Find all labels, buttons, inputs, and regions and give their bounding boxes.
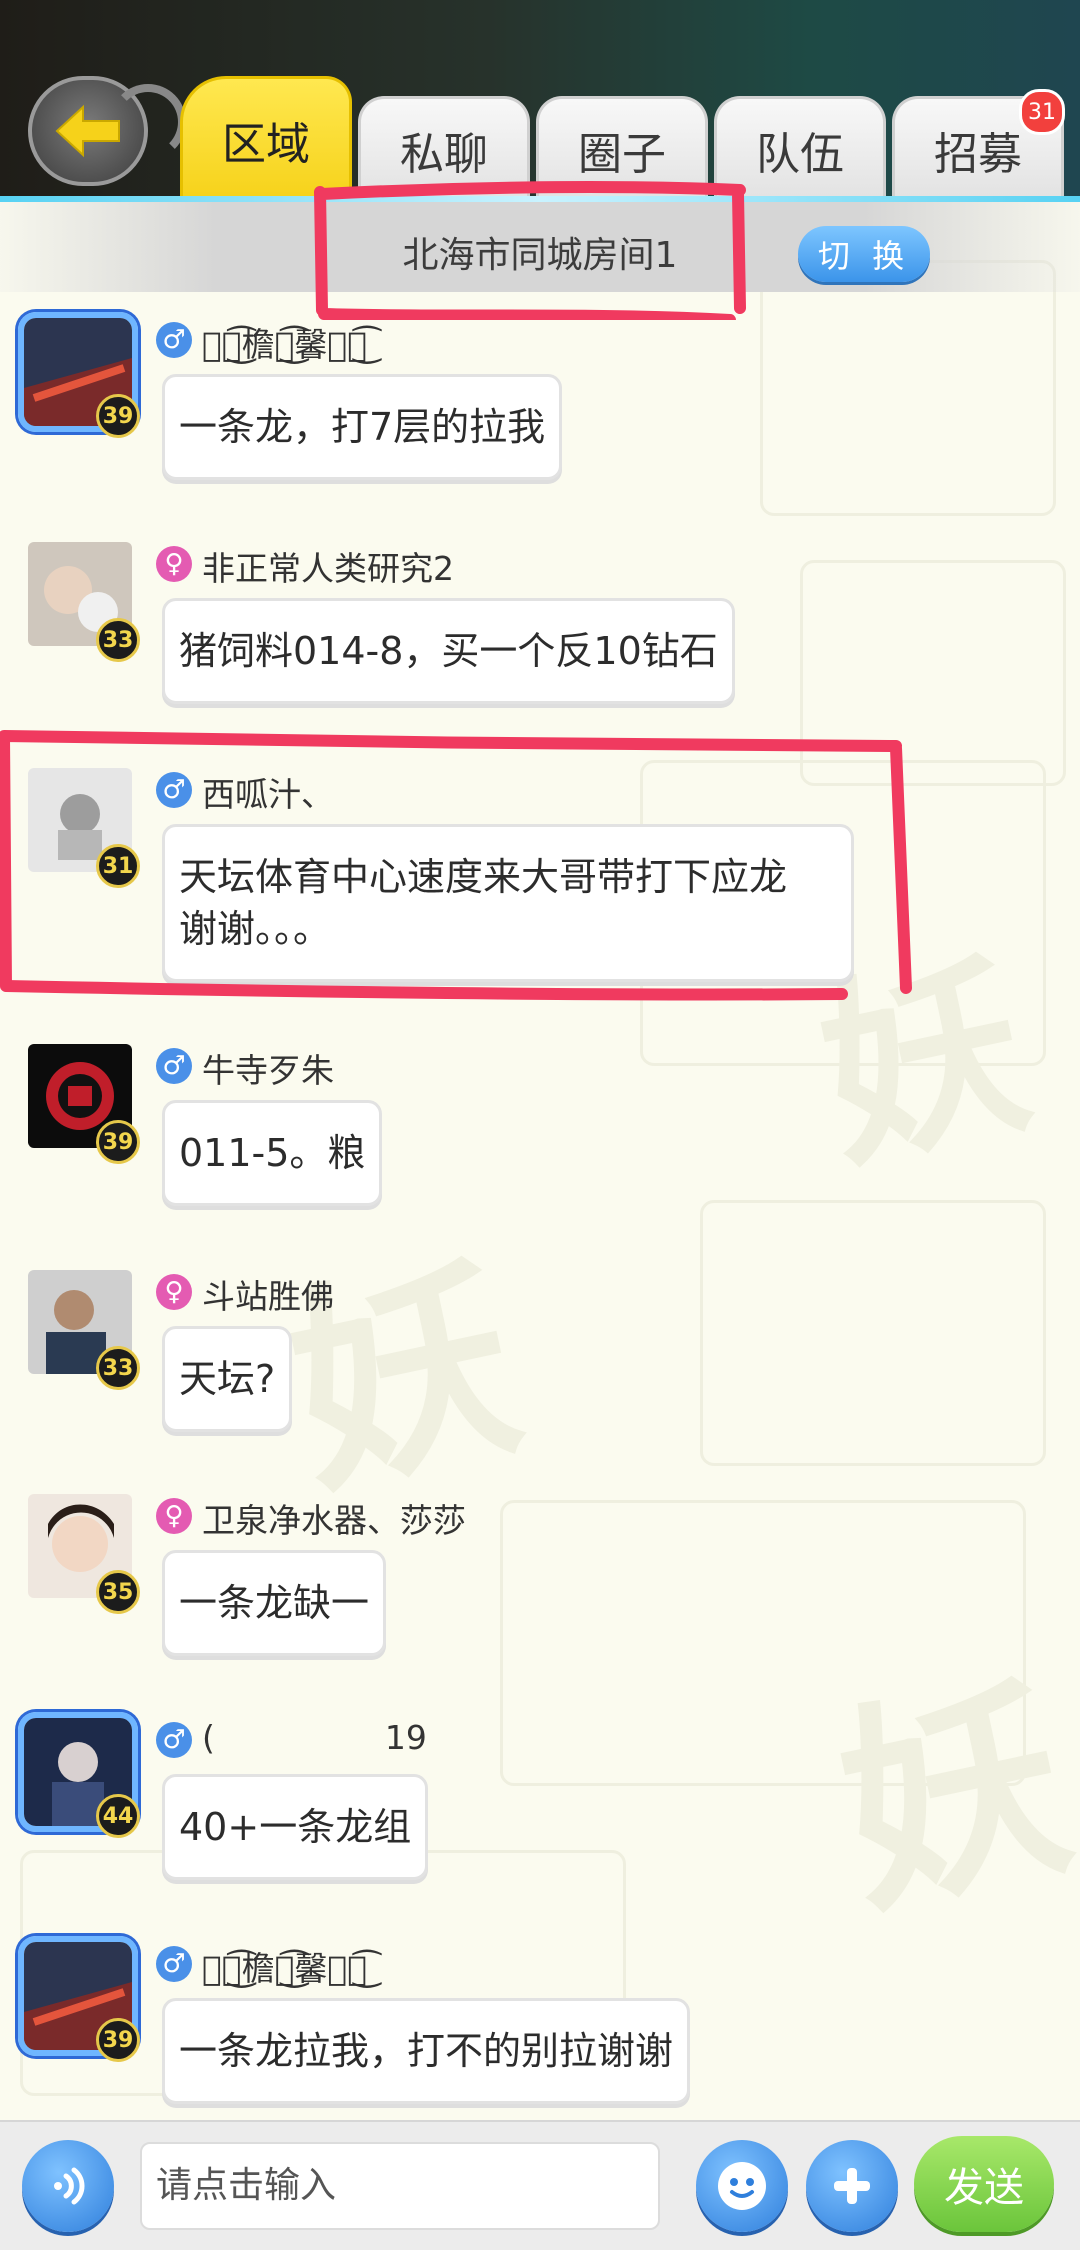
username[interactable]: 卫泉净水器、莎莎 (202, 1494, 466, 1542)
male-icon: ♂ (156, 322, 192, 358)
level-badge: 31 (96, 844, 140, 888)
tab-label: 私聊 (400, 128, 488, 180)
message-text-line: 天坛体育中心速度来大哥带打下应龙 (179, 855, 788, 899)
tab-region[interactable]: 区域 (180, 76, 352, 200)
male-icon: ♂ (156, 772, 192, 808)
username[interactable]: 非正常人类研究2 (202, 542, 454, 590)
message-bubble: 011-5。粮 (162, 1100, 383, 1206)
level-badge: 44 (96, 1794, 140, 1838)
send-button[interactable]: 发送 (914, 2136, 1054, 2232)
level-badge: 33 (96, 618, 140, 662)
female-icon: ♀ (156, 1498, 192, 1534)
message-bubble: 天坛体育中心速度来大哥带打下应龙 谢谢。。。 (162, 824, 854, 982)
room-name: 北海市同城房间1 (402, 235, 678, 276)
tab-team[interactable]: 队伍 (714, 96, 886, 200)
tab-label: 招募 (934, 128, 1022, 180)
tab-private-chat[interactable]: 私聊 (358, 96, 530, 200)
message-bubble: 一条龙缺一 (162, 1550, 387, 1656)
more-button[interactable] (806, 2140, 898, 2232)
tab-circle[interactable]: 圈子 (536, 96, 708, 200)
username[interactable]: (19 (202, 1718, 427, 1757)
switch-room-button[interactable]: 切 换 (798, 226, 930, 282)
message-input[interactable]: 请点击输入 (140, 2142, 660, 2230)
room-bar: 北海市同城房间1 切 换 (0, 202, 1080, 292)
username[interactable]: 西呱汁、 (202, 768, 334, 816)
top-header: 区域 私聊 圈子 队伍 招募 31 (0, 0, 1080, 202)
smiley-icon (718, 2162, 766, 2210)
username[interactable]: 斗站胜佛 (202, 1270, 334, 1318)
username-text: ( (202, 1718, 215, 1757)
username[interactable]: ৡৢ͜͡檐ং͜͡馨ৡৢ͜͡ (202, 318, 367, 366)
level-badge: 33 (96, 1346, 140, 1390)
tab-recruit[interactable]: 招募 31 (892, 89, 1065, 200)
tab-label: 队伍 (756, 128, 844, 180)
decorative-swirl (110, 84, 186, 160)
level-badge: 39 (96, 2018, 140, 2062)
female-icon: ♀ (156, 546, 192, 582)
notification-badge: 31 (1019, 89, 1065, 135)
voice-button[interactable] (22, 2140, 114, 2232)
chat-input-bar: 请点击输入 发送 (0, 2120, 1080, 2250)
username[interactable]: ৡৢ͜͡檐ং͜͡馨ৡৢ͜͡ (202, 1942, 367, 1990)
message-bubble: 一条龙，打7层的拉我 (162, 374, 563, 480)
level-badge: 35 (96, 1570, 140, 1614)
level-badge: 39 (96, 1120, 140, 1164)
username[interactable]: 牛寺歹朱 (202, 1044, 334, 1092)
message-bubble: 天坛? (162, 1326, 293, 1432)
emoji-button[interactable] (696, 2140, 788, 2232)
tab-label: 圈子 (578, 128, 666, 180)
message-bubble: 一条龙拉我，打不的别拉谢谢 (162, 1998, 691, 2104)
male-icon: ♂ (156, 1946, 192, 1982)
message-text-line: 谢谢。。。 (179, 907, 332, 951)
back-button[interactable] (28, 76, 186, 186)
voice-icon (54, 2167, 85, 2205)
female-icon: ♀ (156, 1274, 192, 1310)
plus-icon (834, 2168, 870, 2204)
tab-label: 区域 (222, 118, 310, 170)
male-icon: ♂ (156, 1048, 192, 1084)
username-suffix: 19 (384, 1718, 427, 1757)
message-bubble: 猪饲料014-8，买一个反10钻石 (162, 598, 735, 704)
male-icon: ♂ (156, 1722, 192, 1758)
message-bubble: 40+一条龙组 (162, 1774, 429, 1880)
level-badge: 39 (96, 394, 140, 438)
